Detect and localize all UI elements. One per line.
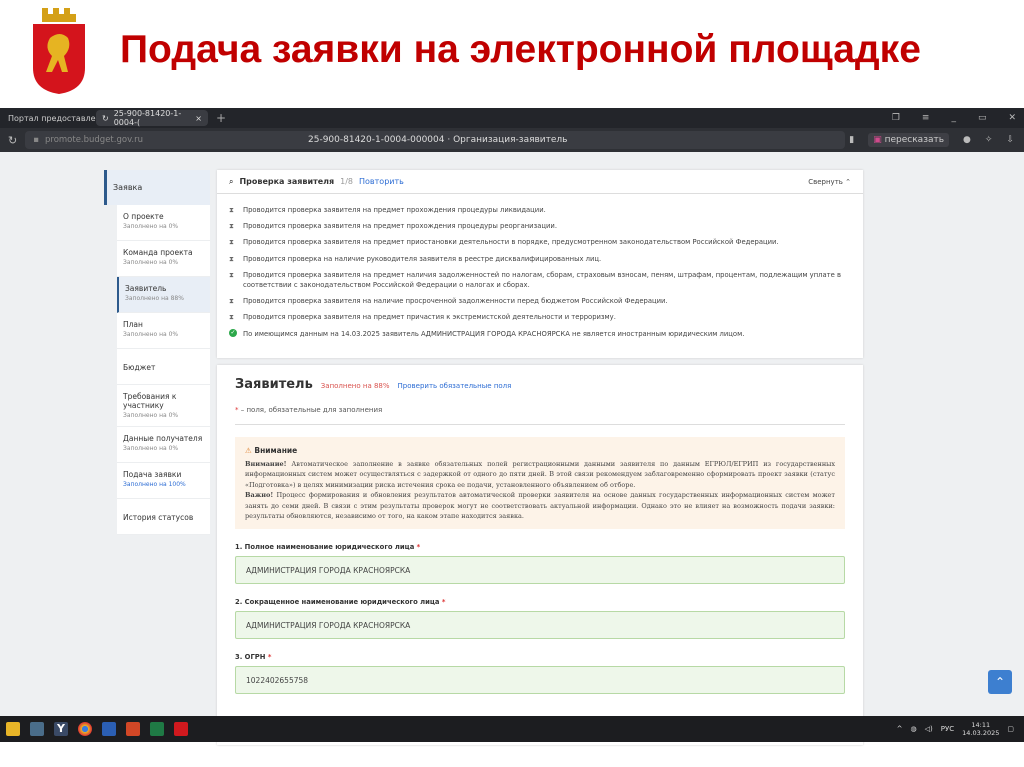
volume-icon[interactable]: ◁) <box>925 725 933 733</box>
lock-icon: ▪ <box>33 135 39 145</box>
fill-status: Заполнено на 88% <box>320 382 390 390</box>
page-title: 25-900-81420-1-0004-000004 · Организация… <box>308 135 568 145</box>
browser-screenshot: Портал предоставлени ↻25-900-81420-1-000… <box>0 108 1024 745</box>
restore-icon[interactable]: ▭ <box>978 113 987 123</box>
applicant-form: Заявитель Заполнено на 88% Проверить обя… <box>217 365 863 745</box>
ogrn-input[interactable]: 1022402655758 <box>235 666 845 695</box>
check-item: ⧗ Проводится проверка заявителя на предме… <box>229 238 779 247</box>
check-item: ⧗ Проводится проверка на наличие руководи… <box>229 254 602 263</box>
calculator-icon[interactable] <box>30 722 44 736</box>
sidebar-item-about[interactable]: О проекте Заполнено на 0% <box>117 205 210 241</box>
retell-button[interactable]: ▣ пересказать <box>868 133 950 147</box>
chrome-icon[interactable] <box>78 722 92 736</box>
collapse-button[interactable]: Свернуть ⌃ <box>808 178 851 186</box>
address-bar-row: ↻ ▪ promote.budget.gov.ru 25-900-81420-1-… <box>0 128 1024 152</box>
taskbar: Y ^ ◍ ◁) РУС 14:11 14.03.2025 ▢ <box>0 716 1024 742</box>
hourglass-icon: ⧗ <box>229 313 234 322</box>
sidebar-item-plan[interactable]: План Заполнено на 0% <box>117 313 210 349</box>
hourglass-icon: ⧗ <box>229 206 234 214</box>
word-icon[interactable] <box>102 722 116 736</box>
check-required-link[interactable]: Проверить обязательные поля <box>398 382 512 390</box>
hourglass-icon: ⧗ <box>229 254 234 263</box>
clock[interactable]: 14:11 14.03.2025 <box>962 721 999 738</box>
network-icon[interactable]: ◍ <box>911 725 917 733</box>
krasnoyarsk-coat-of-arms <box>33 8 85 94</box>
field-label: 2. Сокращенное наименование юридического… <box>235 598 446 607</box>
close-tab-icon[interactable]: × <box>195 114 202 123</box>
collections-icon[interactable]: ❐ <box>892 113 900 123</box>
check-search-icon: ⌕ <box>229 176 234 186</box>
download-icon[interactable]: ⇩ <box>1006 135 1014 145</box>
sidebar-head[interactable]: Заявка <box>104 170 210 205</box>
form-title: Заявитель <box>235 377 313 392</box>
hourglass-icon: ⧗ <box>229 222 234 231</box>
close-icon[interactable]: ✕ <box>1008 113 1016 123</box>
check-circle-icon: ✓ <box>229 328 237 337</box>
tab-portal[interactable]: Портал предоставлени <box>0 114 96 123</box>
minimize-icon[interactable]: _ <box>951 113 956 123</box>
acrobat-icon[interactable] <box>174 722 188 736</box>
applicant-check-panel: ⌕ Проверка заявителя 1/8 Повторить Сверн… <box>217 170 863 358</box>
bookmark-icon[interactable]: ▮ <box>849 135 854 145</box>
field-label: 3. ОГРН * <box>235 653 272 662</box>
check-item: ⧗ Проводится проверка заявителя на наличи… <box>229 297 668 306</box>
check-item: ⧗ Проводится проверка заявителя на предме… <box>229 222 557 231</box>
extensions-icon[interactable]: ✧ <box>985 135 993 145</box>
field-label: 1. Полное наименование юридического лица… <box>235 543 421 552</box>
yandex-browser-icon[interactable]: Y <box>54 722 68 736</box>
explorer-icon[interactable] <box>6 722 20 736</box>
excel-icon[interactable] <box>150 722 164 736</box>
full-name-input[interactable]: АДМИНИСТРАЦИЯ ГОРОДА КРАСНОЯРСКА <box>235 556 845 585</box>
sidebar-item-team[interactable]: Команда проекта Заполнено на 0% <box>117 241 210 277</box>
sidebar-item-budget[interactable]: Бюджет <box>117 349 210 385</box>
scroll-top-button[interactable]: ⌃ <box>988 670 1012 694</box>
notifications-icon[interactable]: ▢ <box>1007 725 1014 733</box>
retry-link[interactable]: Повторить <box>359 177 404 186</box>
sidebar-item-submit[interactable]: Подача заявки Заполнено на 100% <box>117 463 210 499</box>
tab-bar: Портал предоставлени ↻25-900-81420-1-000… <box>0 108 1024 128</box>
required-note: * – поля, обязательные для заполнения <box>235 406 845 425</box>
warning-box: ⚠ Внимание Внимание! Автоматическое запо… <box>235 437 845 530</box>
hourglass-icon: ⧗ <box>229 270 234 279</box>
reload-icon[interactable]: ↻ <box>8 134 17 147</box>
powerpoint-icon[interactable] <box>126 722 140 736</box>
check-item: ⧗ Проводится проверка заявителя на предме… <box>229 313 616 322</box>
new-tab-button[interactable]: + <box>216 111 226 125</box>
profile-icon[interactable]: ● <box>963 135 971 145</box>
hourglass-icon: ⧗ <box>229 238 234 247</box>
check-item-ok: ✓ По имеющимся данным на 14.03.2025 заяви… <box>229 328 745 338</box>
warning-icon: ⚠ <box>245 446 252 455</box>
sidebar-item-applicant[interactable]: Заявитель Заполнено на 88% <box>117 277 210 313</box>
slide-title: Подача заявки на электронной площадке <box>120 28 921 71</box>
sidebar-item-recipient[interactable]: Данные получателя Заполнено на 0% <box>117 427 210 463</box>
tab-active[interactable]: ↻ 25-900-81420-1-0004-(× <box>96 109 208 127</box>
sidebar-item-requirements[interactable]: Требования к участнику Заполнено на 0% <box>117 385 210 427</box>
hourglass-icon: ⧗ <box>229 297 234 306</box>
check-item: ⧗ Проводится проверка заявителя на предме… <box>229 206 546 214</box>
language-indicator[interactable]: РУС <box>941 725 954 733</box>
sidebar-item-history[interactable]: История статусов <box>117 499 210 535</box>
short-name-input[interactable]: АДМИНИСТРАЦИЯ ГОРОДА КРАСНОЯРСКА <box>235 611 845 640</box>
check-item: ⧗ Проводится проверка заявителя на предме… <box>229 270 841 289</box>
menu-icon[interactable]: ≡ <box>922 113 930 123</box>
sidebar: Заявка О проекте Заполнено на 0% Команда … <box>104 170 210 535</box>
tray-chevron-icon[interactable]: ^ <box>897 725 903 733</box>
loading-icon: ↻ <box>102 113 109 123</box>
